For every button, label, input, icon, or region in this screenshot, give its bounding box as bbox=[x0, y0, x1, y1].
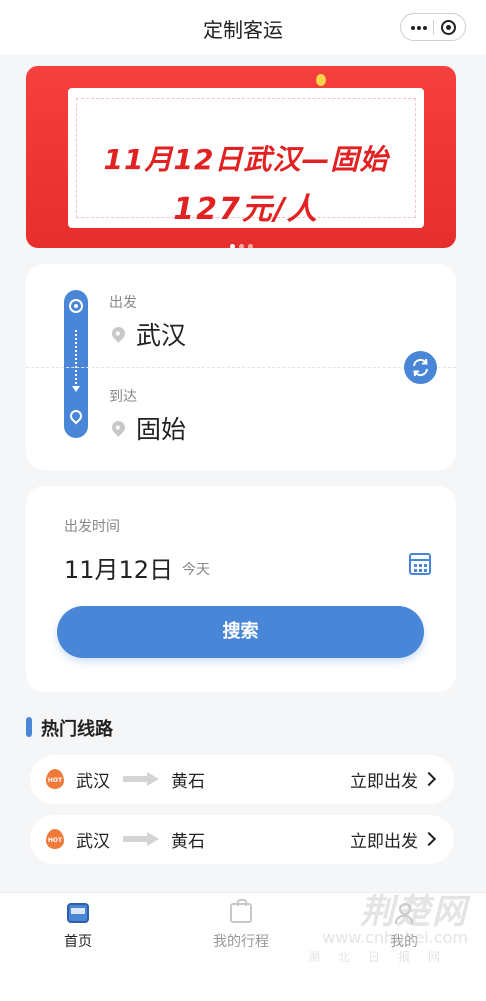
chevron-right-icon bbox=[421, 831, 437, 847]
swap-icon bbox=[413, 358, 428, 377]
watermark-url: www.cnhubei.com bbox=[322, 928, 468, 947]
banner-headline: 11月12日武汉—固始 bbox=[103, 143, 389, 176]
banner-pagination bbox=[26, 234, 456, 248]
close-mini-program-icon[interactable] bbox=[441, 20, 456, 35]
hot-flame-icon: HOT bbox=[45, 829, 65, 851]
route-rail bbox=[64, 290, 88, 438]
watermark-brand: 荆楚网 bbox=[360, 892, 468, 932]
hot-routes-title: 热门线路 bbox=[41, 719, 113, 740]
luggage-icon bbox=[230, 899, 252, 923]
right-arrow-icon bbox=[123, 832, 159, 846]
calendar-icon[interactable] bbox=[409, 553, 431, 575]
route-arrow-icon bbox=[72, 386, 80, 392]
right-arrow-icon bbox=[123, 772, 159, 786]
hot-flame-icon: HOT bbox=[45, 769, 65, 791]
hot-route-from: 武汉 bbox=[76, 772, 110, 792]
watermark-sub: 湖北日报网 bbox=[307, 950, 458, 964]
swap-route-button[interactable] bbox=[404, 351, 437, 384]
arrive-label: 到达 bbox=[109, 389, 137, 405]
hot-badge-text: HOT bbox=[47, 837, 63, 844]
hot-route-from: 武汉 bbox=[76, 832, 110, 852]
tab-home-label: 首页 bbox=[64, 934, 92, 950]
depart-now-link[interactable]: 立即出发 bbox=[350, 827, 418, 852]
date-card: 出发时间 11月12日 今天 搜索 bbox=[26, 486, 456, 692]
confetti-decoration bbox=[316, 74, 326, 86]
origin-icon bbox=[69, 299, 83, 313]
more-options-icon[interactable] bbox=[411, 26, 427, 30]
hot-route-item[interactable]: HOT 武汉 黄石 立即出发 bbox=[30, 755, 454, 804]
capsule-divider bbox=[433, 20, 434, 35]
hot-route-item[interactable]: HOT 武汉 黄石 立即出发 bbox=[30, 815, 454, 864]
date-label: 出发时间 bbox=[64, 519, 120, 535]
route-dotted-line bbox=[75, 330, 77, 384]
depart-label: 出发 bbox=[109, 295, 137, 311]
location-pin-icon bbox=[109, 324, 128, 343]
top-nav-bar: 定制客运 bbox=[0, 0, 486, 54]
route-card: 出发 武汉 到达 固始 bbox=[26, 264, 456, 470]
promo-banner[interactable]: 11月12日武汉—固始 127元/人 bbox=[26, 66, 456, 248]
tab-home[interactable]: 首页 bbox=[18, 903, 138, 963]
hot-route-to: 黄石 bbox=[171, 772, 205, 792]
banner-panel: 11月12日武汉—固始 127元/人 bbox=[68, 88, 424, 228]
arrive-city[interactable]: 固始 bbox=[136, 410, 186, 446]
bus-icon bbox=[67, 903, 89, 923]
route-divider bbox=[26, 367, 456, 368]
destination-icon bbox=[67, 407, 85, 425]
location-pin-icon bbox=[109, 418, 128, 437]
hot-route-to: 黄石 bbox=[171, 832, 205, 852]
mini-program-capsule bbox=[400, 13, 466, 41]
search-button[interactable]: 搜索 bbox=[57, 606, 424, 658]
chevron-right-icon bbox=[421, 771, 437, 787]
depart-now-link[interactable]: 立即出发 bbox=[350, 767, 418, 792]
date-today-tag: 今天 bbox=[182, 562, 210, 578]
banner-price: 127元/人 bbox=[173, 192, 319, 227]
date-value[interactable]: 11月12日 bbox=[64, 550, 173, 585]
hot-badge-text: HOT bbox=[47, 777, 63, 784]
watermark: 荆楚网 www.cnhubei.com 湖北日报网 bbox=[268, 884, 468, 964]
heading-accent-bar bbox=[26, 717, 32, 737]
depart-city[interactable]: 武汉 bbox=[136, 316, 186, 352]
